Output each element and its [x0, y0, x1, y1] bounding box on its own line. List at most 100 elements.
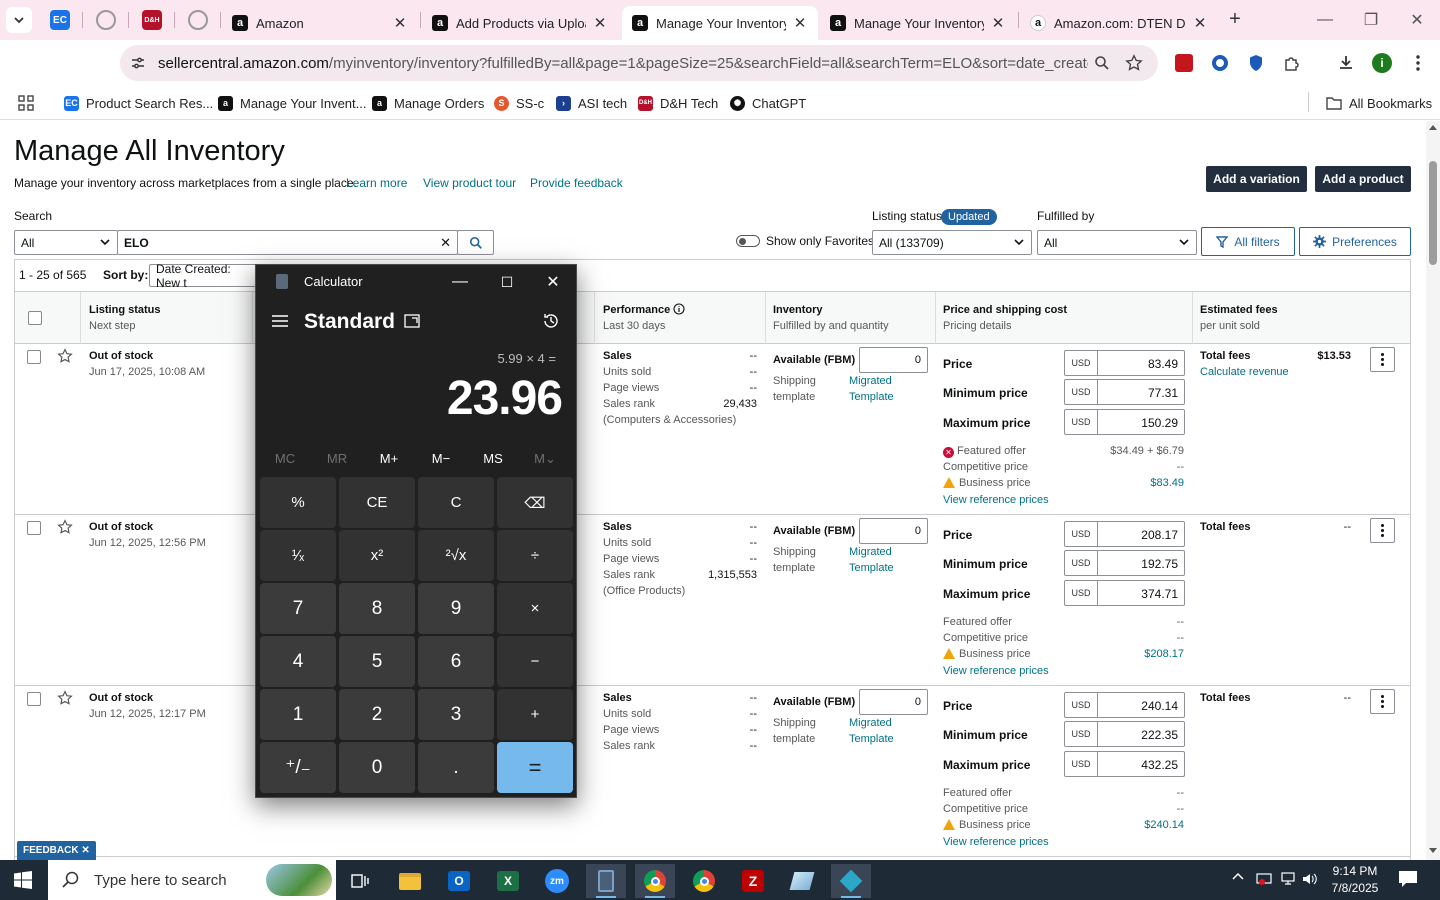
search-button[interactable] — [457, 230, 494, 255]
price-input[interactable]: USD 240.14 — [1064, 692, 1185, 718]
network-status-icon[interactable] — [1256, 872, 1272, 886]
backspace-button[interactable]: ⌫ — [497, 477, 573, 528]
tab-amazon-dten[interactable]: a Amazon.com: DTEN D7 ✕ — [1020, 6, 1218, 40]
history-icon[interactable] — [542, 312, 560, 330]
row-actions-kebab-icon[interactable] — [1370, 689, 1395, 714]
tab-manage-inventory[interactable]: a Manage Your Inventory ✕ — [820, 6, 1016, 40]
calc-close-icon[interactable]: ✕ — [540, 270, 566, 294]
add-variation-button[interactable]: Add a variation — [1206, 166, 1307, 192]
header-fees[interactable]: Estimated fees per unit sold — [1200, 302, 1278, 334]
calc-minimize-icon[interactable]: — — [447, 270, 473, 294]
pinned-tab-ec-icon[interactable]: EC — [50, 10, 70, 30]
calc-maximize-icon[interactable]: ☐ — [494, 270, 520, 294]
tray-overflow-icon[interactable] — [1232, 872, 1244, 880]
notification-center-icon[interactable] — [1398, 870, 1418, 888]
view-reference-prices-link[interactable]: View reference prices — [943, 665, 1049, 677]
digit-3-button[interactable]: 3 — [418, 689, 494, 740]
outlook-icon[interactable]: O — [439, 864, 479, 898]
add-product-button[interactable]: Add a product — [1315, 166, 1411, 192]
pinned-tab-dh-icon[interactable]: D&H — [142, 10, 162, 30]
volume-icon[interactable] — [1302, 872, 1318, 886]
filezilla-icon[interactable]: Z — [733, 864, 773, 898]
minimum-price-input[interactable]: USD 192.75 — [1064, 550, 1185, 576]
favorite-star-icon[interactable] — [57, 519, 73, 535]
memory-subtract-button[interactable]: M− — [416, 451, 466, 466]
bookmark-manage-inventory[interactable]: a Manage Your Invent... — [218, 94, 366, 112]
ethernet-icon[interactable] — [1280, 872, 1296, 886]
favorite-star-icon[interactable] — [57, 348, 73, 364]
calculator-titlebar[interactable]: Calculator — ☐ ✕ — [256, 265, 576, 298]
scroll-down-icon[interactable] — [1429, 848, 1437, 853]
taskbar-search[interactable]: Type here to search — [48, 860, 336, 900]
view-reference-prices-link[interactable]: View reference prices — [943, 494, 1049, 506]
view-reference-prices-link[interactable]: View reference prices — [943, 836, 1049, 848]
business-price-value[interactable]: $240.14 — [1064, 819, 1184, 831]
taskbar-clock[interactable]: 9:14 PM 7/8/2025 — [1324, 863, 1386, 897]
square-root-button[interactable]: ²√x — [418, 530, 494, 581]
keep-on-top-icon[interactable] — [404, 314, 420, 328]
bookmark-star-icon[interactable] — [1124, 53, 1144, 73]
tab-search-button[interactable] — [6, 7, 32, 33]
windows-start-icon[interactable] — [14, 871, 32, 889]
maximum-price-input[interactable]: USD 374.71 — [1064, 580, 1185, 606]
migrated-template-link[interactable]: Migrated — [849, 375, 892, 387]
feedback-tab[interactable]: FEEDBACK ✕ — [17, 841, 96, 860]
price-input[interactable]: USD 208.17 — [1064, 521, 1185, 547]
memory-add-button[interactable]: M+ — [364, 451, 414, 466]
listing-status-select[interactable]: All (133709) — [872, 230, 1032, 255]
migrated-template-link[interactable]: Template — [849, 733, 894, 745]
row-checkbox[interactable] — [27, 692, 41, 706]
all-filters-button[interactable]: All filters — [1201, 227, 1295, 256]
excel-icon[interactable]: X — [488, 864, 528, 898]
product-tour-link[interactable]: View product tour — [423, 176, 516, 190]
browser-menu-kebab-icon[interactable] — [1407, 52, 1429, 74]
migrated-template-link[interactable]: Migrated — [849, 717, 892, 729]
sort-select[interactable]: Date Created: New t — [149, 262, 259, 290]
chrome-icon[interactable] — [635, 864, 675, 898]
minimum-price-input[interactable]: USD 222.35 — [1064, 721, 1185, 747]
maximum-price-input[interactable]: USD 432.25 — [1064, 751, 1185, 777]
quantity-input[interactable]: 0 — [859, 347, 928, 373]
pdf-extension-icon[interactable] — [1173, 52, 1195, 74]
migrated-template-link[interactable]: Migrated — [849, 546, 892, 558]
provide-feedback-link[interactable]: Provide feedback — [530, 176, 623, 190]
digit-9-button[interactable]: 9 — [418, 583, 494, 634]
address-bar[interactable]: sellercentral.amazon.com/myinventory/inv… — [120, 45, 1158, 81]
bookmark-manage-orders[interactable]: a Manage Orders — [372, 94, 484, 112]
digit-6-button[interactable]: 6 — [418, 636, 494, 687]
decimal-button[interactable]: . — [418, 742, 494, 793]
header-performance[interactable]: Performance Last 30 days — [603, 302, 685, 334]
clear-entry-button[interactable]: CE — [339, 477, 415, 528]
preferences-button[interactable]: Preferences — [1299, 227, 1411, 256]
new-tab-plus-icon[interactable]: + — [1224, 9, 1246, 31]
toggle-switch[interactable] — [736, 235, 760, 247]
negate-button[interactable]: ⁺/₋ — [260, 742, 336, 793]
tab-close-icon[interactable]: ✕ — [990, 14, 1006, 32]
digit-4-button[interactable]: 4 — [260, 636, 336, 687]
digit-8-button[interactable]: 8 — [339, 583, 415, 634]
scrollbar-thumb[interactable] — [1429, 161, 1437, 265]
notes-app-icon[interactable] — [782, 864, 822, 898]
hamburger-menu-icon[interactable] — [272, 314, 288, 328]
clear-search-icon[interactable]: ✕ — [440, 235, 451, 251]
bookmark-ss-c[interactable]: S SS-c — [494, 94, 544, 112]
bookmark-dh-tech[interactable]: D&H D&H Tech — [638, 94, 718, 112]
memory-list-button[interactable]: M⌄ — [520, 451, 570, 467]
chrome-profile-icon[interactable] — [684, 864, 724, 898]
shield-extension-icon[interactable] — [1245, 52, 1267, 74]
task-view-icon[interactable] — [340, 864, 380, 898]
site-info-icon[interactable] — [126, 51, 150, 75]
migrated-template-link[interactable]: Template — [849, 562, 894, 574]
square-button[interactable]: x² — [339, 530, 415, 581]
tab-manage-inventory-active[interactable]: a Manage Your Inventory ✕ — [622, 6, 818, 40]
tab-close-icon[interactable]: ✕ — [392, 14, 408, 32]
quantity-input[interactable]: 0 — [859, 518, 928, 544]
profile-avatar[interactable]: i — [1371, 52, 1393, 74]
percent-button[interactable]: % — [260, 477, 336, 528]
business-price-value[interactable]: $83.49 — [1064, 477, 1184, 489]
extension-blue-icon[interactable] — [1209, 52, 1231, 74]
business-price-value[interactable]: $208.17 — [1064, 648, 1184, 660]
search-scope-select[interactable]: All — [14, 230, 118, 255]
digit-0-button[interactable]: 0 — [339, 742, 415, 793]
row-actions-kebab-icon[interactable] — [1370, 347, 1395, 372]
